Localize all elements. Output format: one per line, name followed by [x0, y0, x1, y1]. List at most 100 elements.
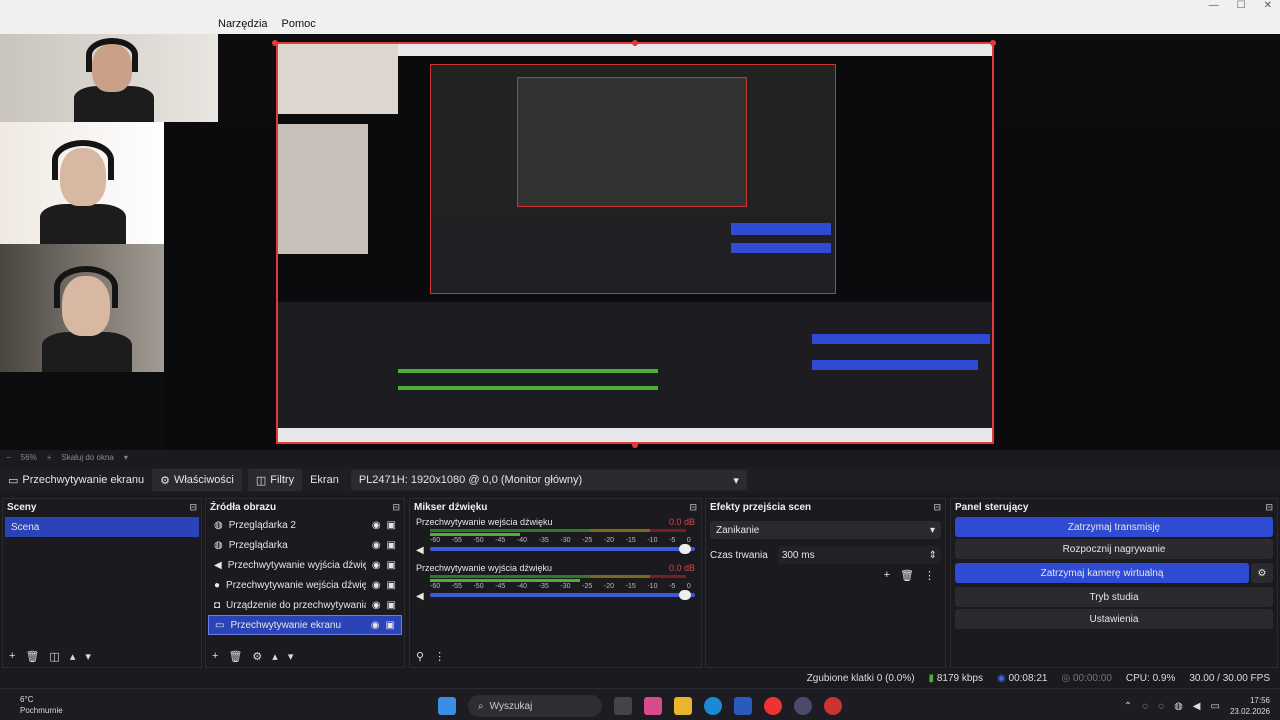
move-up-icon[interactable]: ▴: [70, 650, 76, 663]
transform-handle[interactable]: [632, 442, 638, 448]
source-item[interactable]: ◀ Przechwytywanie wyjścia dźwięku ◉ ▣: [208, 555, 402, 575]
eye-icon[interactable]: ◉: [372, 580, 381, 591]
file-explorer-icon[interactable]: [674, 697, 692, 715]
dock-float-icon[interactable]: ⊟: [392, 502, 400, 513]
meter-scale: -60 -55 -50 -45 -40 -35 -30 -25 -20 -15 -10 -5 0: [430, 583, 695, 590]
gear-icon[interactable]: ⚙: [1251, 563, 1273, 583]
source-item[interactable]: ● Przechwytywanie wejścia dźwięku ◉ ▣: [208, 575, 402, 595]
tray-icon[interactable]: ◌: [1158, 701, 1164, 712]
copilot-icon[interactable]: [644, 697, 662, 715]
lock-icon[interactable]: ▣: [386, 620, 395, 631]
task-view-icon[interactable]: [614, 697, 632, 715]
settings-button[interactable]: Ustawienia: [955, 609, 1273, 629]
source-item[interactable]: ◍ Przeglądarka ◉ ▣: [208, 535, 402, 555]
clock[interactable]: 17:56 23.02.2026: [1230, 695, 1270, 717]
duration-input[interactable]: 300 ms ⇕: [777, 546, 941, 564]
weather-widget[interactable]: 6°C Pochmurnie: [20, 694, 63, 716]
move-down-icon[interactable]: ▾: [85, 650, 91, 663]
gear-icon[interactable]: ⚙: [252, 650, 262, 663]
stop-virtual-camera-button[interactable]: Zatrzymaj kamerę wirtualną: [955, 563, 1249, 583]
source-item[interactable]: ◍ Przeglądarka 2 ◉ ▣: [208, 515, 402, 535]
source-item[interactable]: ▭ Przechwytywanie ekranu ◉ ▣: [208, 615, 402, 635]
start-recording-button[interactable]: Rozpocznij nagrywanie: [955, 539, 1273, 559]
add-icon[interactable]: +: [212, 650, 218, 663]
speaker-icon[interactable]: ◀: [416, 545, 424, 556]
scale-tick: -30: [560, 583, 571, 590]
dock-float-icon[interactable]: ⊟: [933, 502, 941, 513]
trash-icon[interactable]: 🗑: [228, 650, 242, 663]
zoom-in-icon[interactable]: +: [47, 453, 52, 462]
volume-slider[interactable]: [430, 590, 695, 600]
filter-icon[interactable]: ◫: [49, 650, 59, 663]
minimize-icon[interactable]: —: [1209, 0, 1219, 11]
eye-icon[interactable]: ◉: [372, 520, 381, 531]
transform-handle[interactable]: [272, 40, 278, 46]
transform-handle[interactable]: [632, 40, 638, 46]
close-icon[interactable]: ✕: [1264, 0, 1272, 11]
add-icon[interactable]: +: [884, 569, 890, 582]
chrome-icon[interactable]: [764, 697, 782, 715]
store-icon[interactable]: [734, 697, 752, 715]
fit-to-window[interactable]: Skaluj do okna: [61, 453, 113, 462]
transition-select[interactable]: Zanikanie ▾: [710, 521, 941, 539]
taskbar-search[interactable]: ⌕ Wyszukaj: [468, 695, 602, 717]
lock-icon[interactable]: ▣: [387, 600, 396, 611]
display-icon[interactable]: ▭: [1211, 701, 1220, 712]
studio-mode-button[interactable]: Tryb studia: [955, 587, 1273, 607]
add-icon[interactable]: +: [9, 650, 15, 663]
chevron-up-icon[interactable]: ⌃: [1124, 701, 1132, 712]
lock-icon[interactable]: ▣: [387, 580, 396, 591]
transform-handle[interactable]: [990, 40, 996, 46]
volume-slider-handle[interactable]: [679, 544, 691, 554]
lock-icon[interactable]: ▣: [387, 560, 396, 571]
eye-icon[interactable]: ◉: [371, 620, 380, 631]
menu-tools[interactable]: Narzędzia: [218, 18, 268, 30]
dock-float-icon[interactable]: ⊟: [689, 502, 697, 513]
app-icon[interactable]: [824, 697, 842, 715]
trash-icon[interactable]: 🗑: [900, 569, 914, 582]
mixer-settings-icon[interactable]: ⚲: [416, 650, 424, 663]
eye-icon[interactable]: ◉: [372, 540, 381, 551]
volume-slider[interactable]: [430, 544, 695, 554]
speaker-icon[interactable]: ◀: [416, 591, 424, 602]
scene-item[interactable]: Scena: [5, 517, 199, 537]
windows-start-icon[interactable]: [438, 697, 456, 715]
more-icon[interactable]: ⋮: [924, 569, 935, 582]
trash-icon[interactable]: 🗑: [25, 650, 39, 663]
lock-icon[interactable]: ▣: [387, 520, 396, 531]
preview-screen-capture[interactable]: [276, 42, 994, 444]
zoom-out-icon[interactable]: −: [6, 453, 11, 462]
menu-help[interactable]: Pomoc: [282, 18, 316, 30]
screen-select[interactable]: PL2471H: 1920x1080 @ 0,0 (Monitor główny…: [350, 470, 747, 490]
more-icon[interactable]: ⋮: [434, 650, 445, 663]
volume-slider-handle[interactable]: [679, 590, 691, 600]
speaker-icon[interactable]: ◀: [1193, 701, 1201, 712]
move-up-icon[interactable]: ▴: [272, 650, 278, 663]
source-item[interactable]: ◘ Urządzenie do przechwytywania wi ◉ ▣: [208, 595, 402, 615]
eye-icon[interactable]: ◉: [372, 600, 381, 611]
maximize-icon[interactable]: ☐: [1237, 0, 1246, 11]
dock-float-icon[interactable]: ⊟: [189, 502, 197, 513]
eye-icon[interactable]: ◉: [372, 560, 381, 571]
monitor-icon: ▭: [8, 474, 19, 487]
obs-icon[interactable]: [794, 697, 812, 715]
scenes-title: Sceny: [7, 501, 37, 513]
dock-float-icon[interactable]: ⊟: [1265, 502, 1273, 513]
network-icon[interactable]: ◍: [1174, 701, 1183, 712]
mixer-title: Mikser dźwięku: [414, 501, 488, 513]
source-name: Przechwytywanie wejścia dźwięku: [226, 579, 366, 591]
scale-tick: 0: [686, 537, 691, 544]
edge-icon[interactable]: [704, 697, 722, 715]
globe-icon: ◍: [214, 539, 223, 551]
source-name: Przeglądarka: [228, 539, 288, 551]
spin-icon[interactable]: ⇕: [929, 550, 937, 561]
lock-icon[interactable]: ▣: [387, 540, 396, 551]
stream-icon: ◉: [997, 672, 1006, 684]
move-down-icon[interactable]: ▾: [288, 650, 294, 663]
tray-icon[interactable]: ◌: [1142, 701, 1148, 712]
filters-button[interactable]: ◫ Filtry: [247, 469, 303, 491]
stop-streaming-button[interactable]: Zatrzymaj transmisję: [955, 517, 1273, 537]
preview-area[interactable]: [0, 34, 1280, 450]
chevron-down-icon[interactable]: ▾: [124, 453, 128, 462]
properties-button[interactable]: ⚙ Właściwości: [152, 469, 242, 491]
